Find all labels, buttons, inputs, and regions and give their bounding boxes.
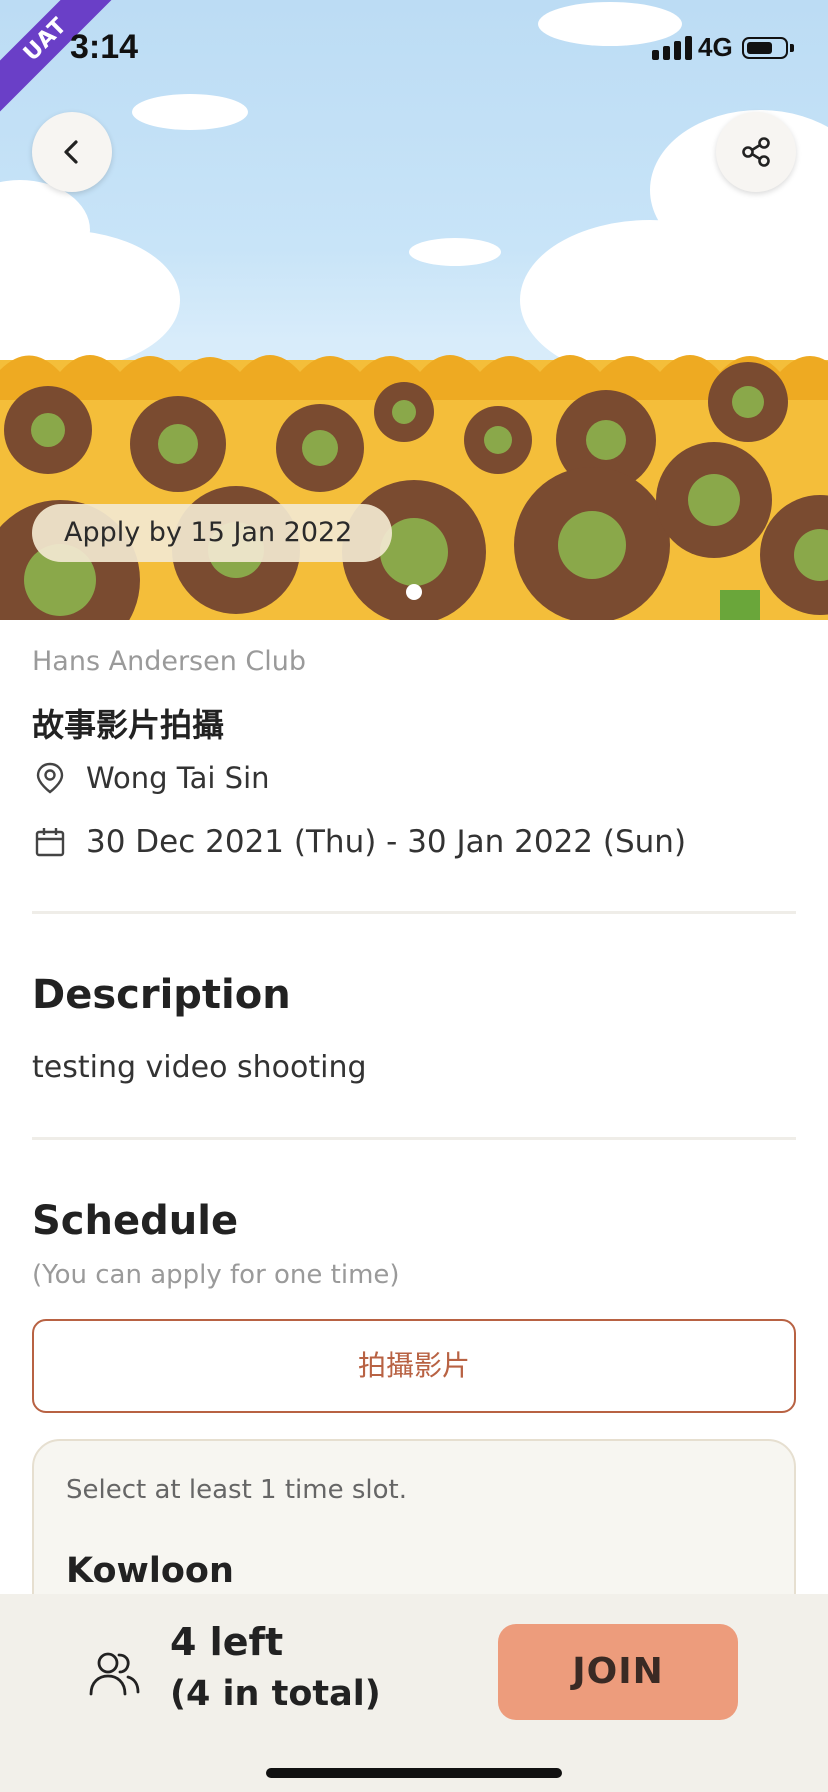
- battery-icon: [742, 37, 788, 59]
- location-text: Wong Tai Sin: [86, 761, 270, 795]
- region-heading: Kowloon: [66, 1551, 234, 1591]
- status-time: 3:14: [70, 28, 139, 66]
- hero-image: UAT 3:14 4G Apply by 15 Jan 2022: [0, 0, 828, 620]
- network-type: 4G: [698, 32, 733, 62]
- apply-deadline-badge: Apply by 15 Jan 2022: [32, 504, 393, 562]
- share-button[interactable]: [716, 112, 796, 192]
- calendar-icon: [32, 824, 68, 860]
- slot-hint: Select at least 1 time slot.: [66, 1475, 407, 1505]
- quota-left: 4 left: [170, 1620, 284, 1664]
- back-button[interactable]: [32, 112, 112, 192]
- home-indicator[interactable]: [266, 1768, 562, 1778]
- event-title: 故事影片拍攝: [32, 706, 225, 744]
- location-pin-icon: [32, 760, 68, 796]
- description-heading: Description: [32, 972, 291, 1018]
- divider: [32, 911, 796, 914]
- location-row: Wong Tai Sin: [32, 760, 270, 796]
- session-option-button[interactable]: 拍攝影片: [32, 1319, 796, 1413]
- date-range-text: 30 Dec 2021 (Thu) - 30 Jan 2022 (Sun): [86, 824, 687, 860]
- battery-tip: [790, 44, 794, 52]
- join-button[interactable]: JOIN: [498, 1624, 738, 1720]
- schedule-heading: Schedule: [32, 1198, 239, 1244]
- divider: [32, 1137, 796, 1140]
- organizer-name[interactable]: Hans Andersen Club: [32, 646, 306, 677]
- share-icon: [742, 137, 770, 167]
- chevron-left-icon: [64, 140, 78, 164]
- date-row: 30 Dec 2021 (Thu) - 30 Jan 2022 (Sun): [32, 824, 686, 860]
- schedule-subtitle: (You can apply for one time): [32, 1260, 400, 1290]
- people-icon: [89, 1652, 140, 1696]
- status-bar: 3:14 4G: [0, 0, 828, 100]
- quota-total: (4 in total): [170, 1674, 381, 1714]
- carousel-indicator[interactable]: [406, 584, 422, 600]
- description-text: testing video shooting: [32, 1050, 367, 1085]
- bottom-action-bar: 4 left (4 in total) JOIN: [0, 1594, 828, 1792]
- signal-icon: [652, 36, 692, 60]
